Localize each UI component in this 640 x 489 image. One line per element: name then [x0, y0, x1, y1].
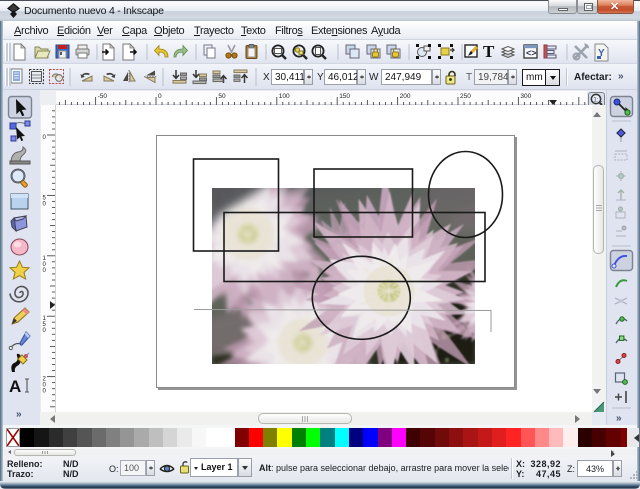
svg-text:50: 50 [218, 93, 226, 100]
svg-text:A: A [9, 377, 21, 396]
svg-text:0: 0 [158, 93, 162, 100]
svg-text:-50: -50 [98, 93, 108, 100]
svg-text:200: 200 [400, 93, 411, 100]
svg-text:0: 0 [43, 135, 47, 141]
svg-text:0: 0 [43, 268, 47, 274]
svg-text:150: 150 [339, 93, 350, 100]
svg-text:1:1: 1:1 [593, 97, 602, 104]
svg-text:250: 250 [460, 93, 471, 100]
svg-text:»: » [616, 413, 622, 424]
svg-text:100: 100 [279, 93, 290, 100]
svg-text:<>: <> [526, 48, 537, 58]
svg-text:T: T [483, 42, 495, 61]
svg-text:300: 300 [520, 93, 531, 100]
svg-text:0: 0 [43, 389, 47, 395]
svg-text:0: 0 [43, 328, 47, 334]
svg-text:»: » [16, 409, 22, 420]
svg-text:0: 0 [43, 201, 47, 207]
